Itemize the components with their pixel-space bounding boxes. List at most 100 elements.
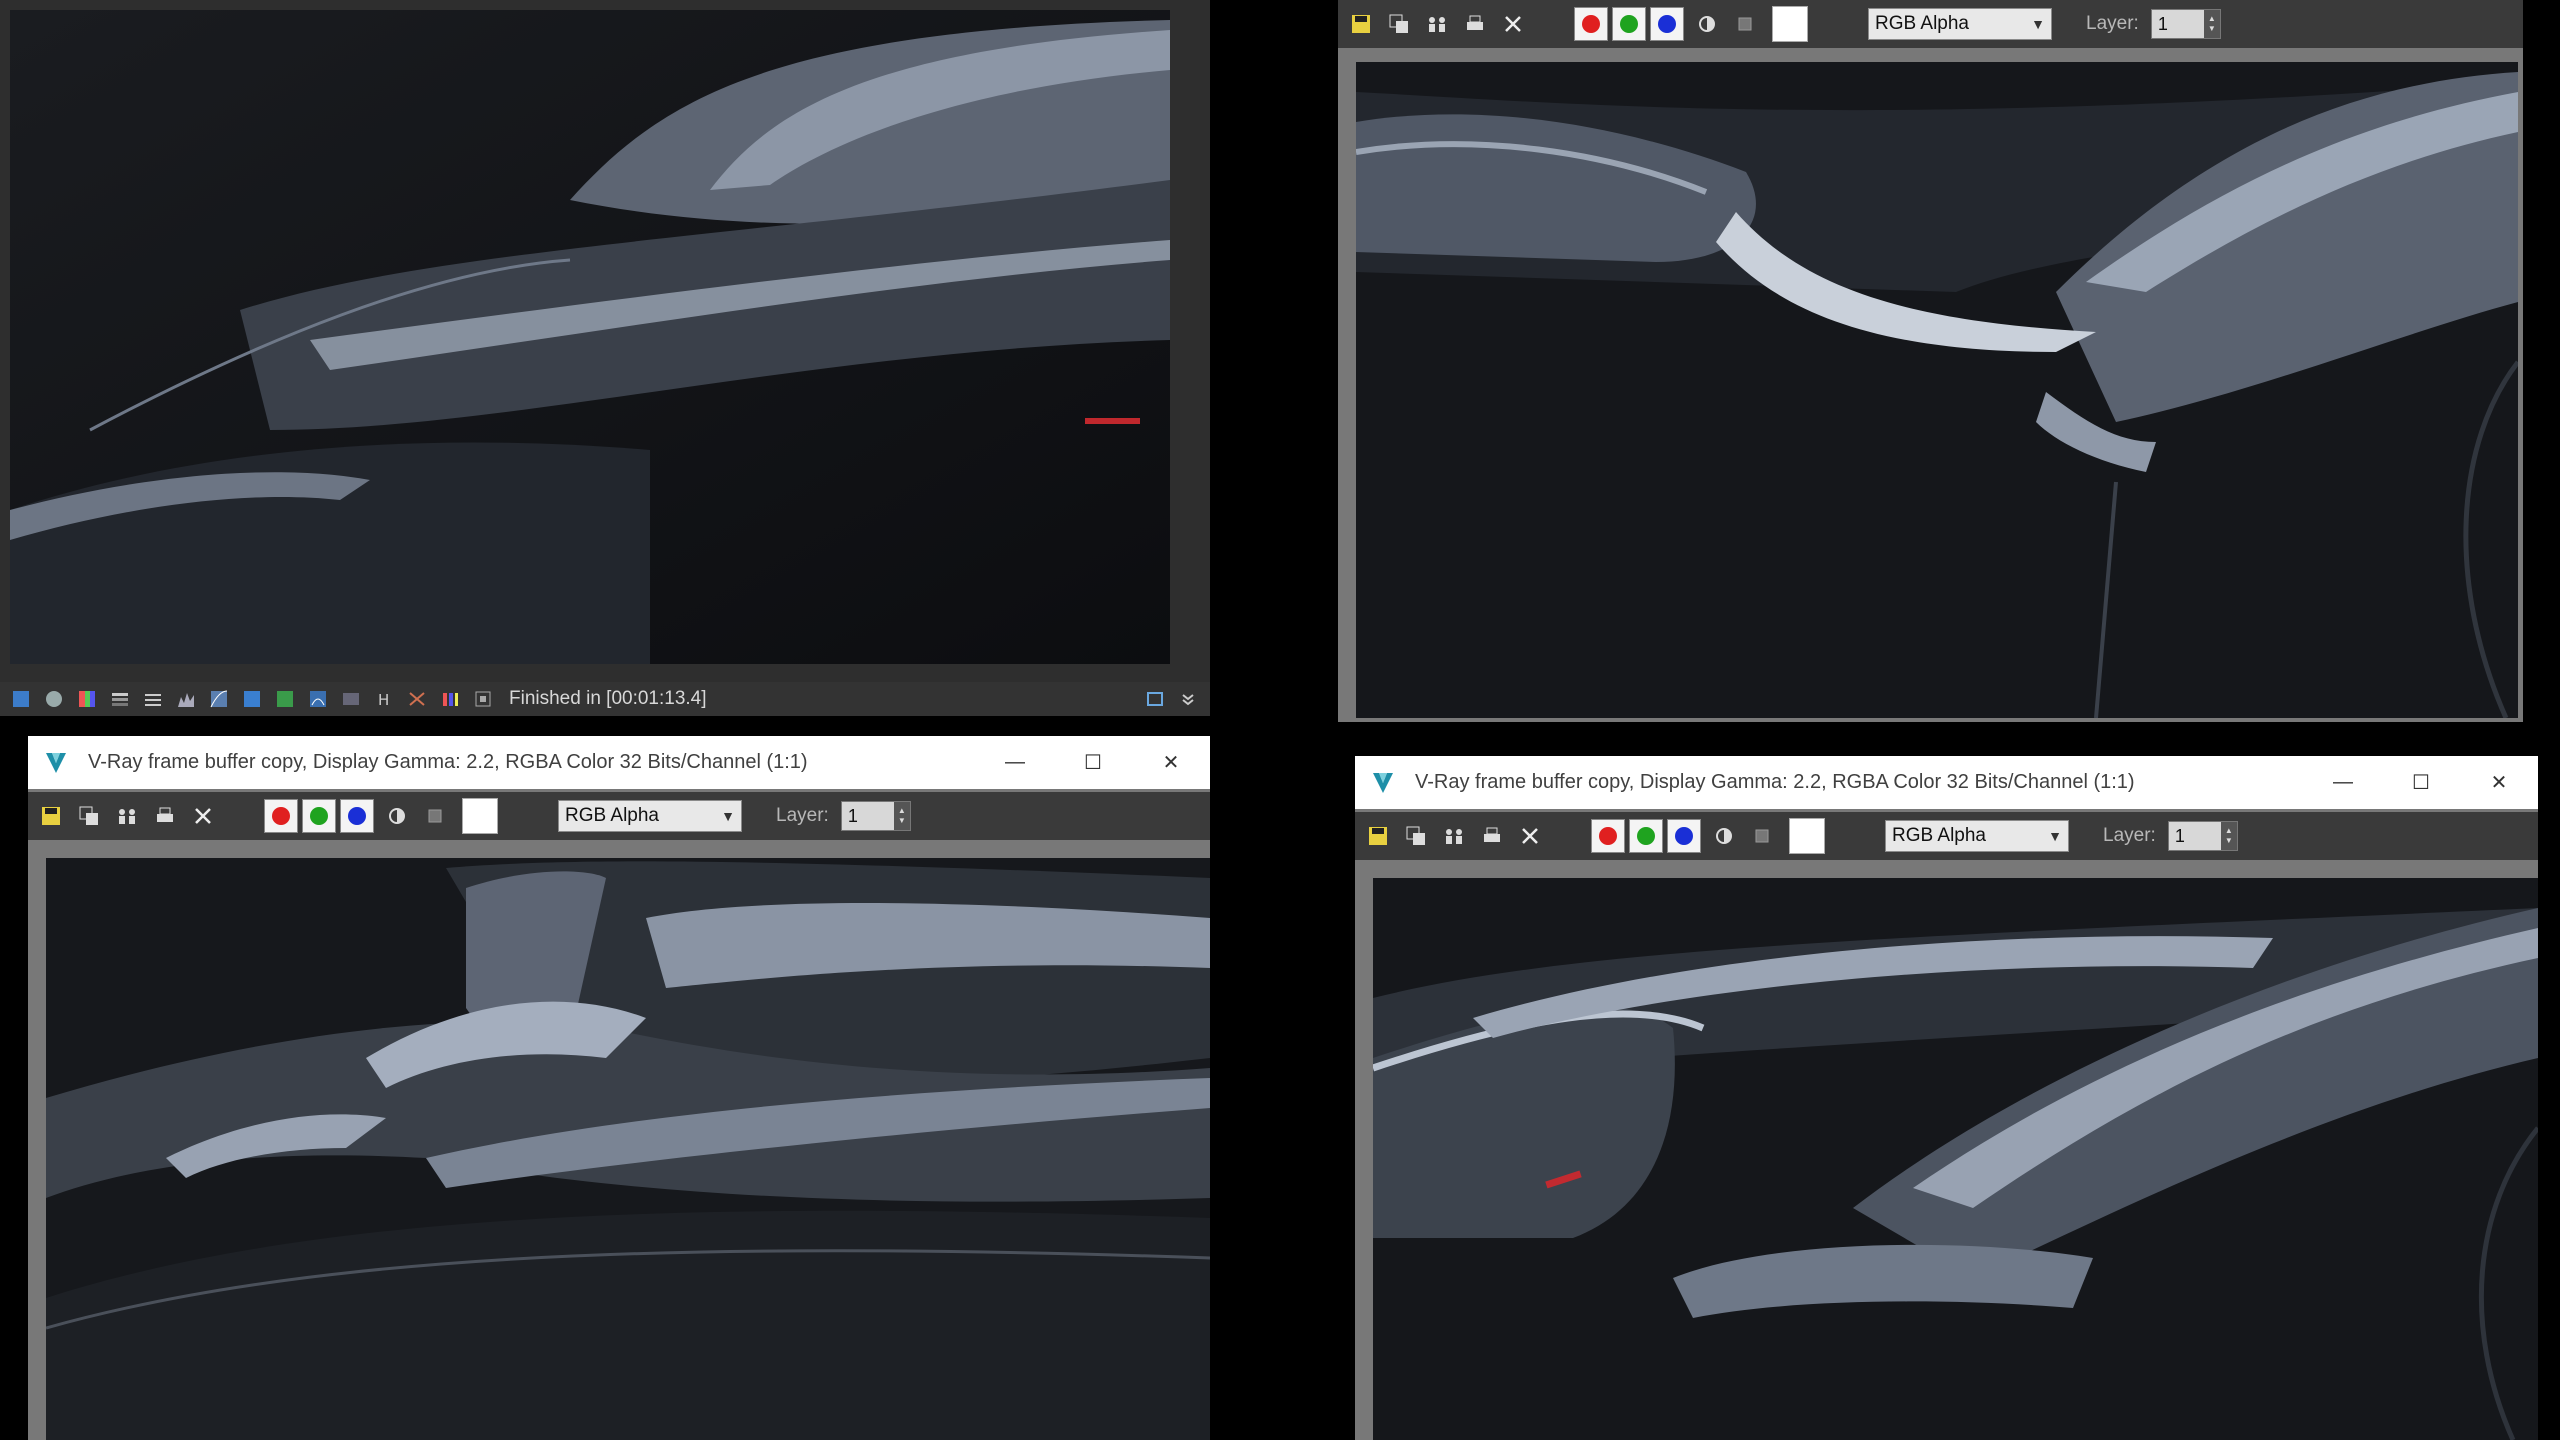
info-icon[interactable] — [42, 687, 66, 711]
hsv-icon[interactable]: H — [372, 687, 396, 711]
print-icon[interactable] — [1477, 821, 1507, 851]
vfb-toolbar: RGB Alpha ▼ Layer: 1 ▲ ▼ — [1338, 0, 2523, 48]
layer-value: 1 — [2168, 822, 2221, 850]
restore-icon[interactable] — [1143, 687, 1167, 711]
window-title: V-Ray frame buffer copy, Display Gamma: … — [1415, 771, 2135, 793]
render-image-car-1 — [10, 10, 1170, 664]
window-titlebar: V-Ray frame buffer copy, Display Gamma: … — [1355, 756, 2538, 809]
red-channel-icon[interactable] — [1574, 7, 1608, 41]
chevron-down-icon: ▼ — [2048, 828, 2062, 844]
alpha-icon[interactable] — [420, 801, 450, 831]
close-button[interactable]: ✕ — [1132, 736, 1210, 789]
minimize-button[interactable]: — — [976, 736, 1054, 789]
green-channel-icon[interactable] — [1629, 819, 1663, 853]
red-channel-icon[interactable] — [264, 799, 298, 833]
blue-channel-icon[interactable] — [1650, 7, 1684, 41]
maximize-button[interactable]: ☐ — [2382, 756, 2460, 809]
white-swatch[interactable] — [462, 798, 498, 834]
window-titlebar: V-Ray frame buffer copy, Display Gamma: … — [28, 736, 1210, 789]
alpha-icon[interactable] — [1747, 821, 1777, 851]
region-render-icon[interactable] — [9, 687, 33, 711]
layer-label: Layer: — [2086, 13, 2139, 34]
vray-logo-icon — [1373, 772, 1393, 793]
clear-icon[interactable] — [1498, 9, 1528, 39]
stereo-icon[interactable] — [438, 687, 462, 711]
blue-channel-icon[interactable] — [340, 799, 374, 833]
vfb-window-top-right: RGB Alpha ▼ Layer: 1 ▲ ▼ — [1338, 0, 2523, 722]
render-view-bottom-left — [46, 858, 1210, 1440]
vfb-window-bottom-right: V-Ray frame buffer copy, Display Gamma: … — [1355, 756, 2538, 1440]
channel-select[interactable]: RGB Alpha ▼ — [558, 800, 742, 832]
save-icon[interactable] — [36, 801, 66, 831]
green-channel-icon[interactable] — [302, 799, 336, 833]
svg-text:H: H — [378, 691, 389, 709]
render-image-car-3 — [46, 858, 1210, 1440]
vray-logo-icon — [46, 752, 66, 773]
vfb-toolbar: RGB Alpha ▼ Layer: 1 ▲ ▼ — [28, 792, 1210, 840]
channel-select[interactable]: RGB Alpha ▼ — [1885, 820, 2069, 852]
status-message: Finished in [00:01:13.4] — [509, 688, 707, 709]
maximize-button[interactable]: ☐ — [1054, 736, 1132, 789]
layer-value: 1 — [841, 802, 894, 830]
clear-icon[interactable] — [1515, 821, 1545, 851]
background-icon[interactable] — [240, 687, 264, 711]
layer-value: 1 — [2151, 10, 2204, 38]
close-button[interactable]: ✕ — [2460, 756, 2538, 809]
red-channel-icon[interactable] — [1591, 819, 1625, 853]
status-bar: H Finished in [00:01:13.4] — [0, 682, 1210, 716]
layer-label: Layer: — [776, 805, 829, 826]
white-swatch[interactable] — [1789, 818, 1825, 854]
hue-icon[interactable] — [339, 687, 363, 711]
layer-spinner[interactable]: 1 ▲ ▼ — [2150, 9, 2221, 39]
layer-spinner[interactable]: 1 ▲ ▼ — [840, 801, 911, 831]
render-view-bottom-right — [1373, 878, 2538, 1440]
exposure-icon[interactable] — [273, 687, 297, 711]
copy-icon[interactable] — [1384, 9, 1414, 39]
render-image-car-2 — [1356, 62, 2518, 718]
save-icon[interactable] — [1363, 821, 1393, 851]
histogram-icon[interactable] — [174, 687, 198, 711]
spinner-arrows-icon[interactable]: ▲ ▼ — [2203, 10, 2220, 38]
mono-icon[interactable] — [1692, 9, 1722, 39]
layer-spinner[interactable]: 1 ▲ ▼ — [2167, 821, 2238, 851]
pixel-aspect-icon[interactable] — [471, 687, 495, 711]
white-swatch[interactable] — [1772, 6, 1808, 42]
chevron-down-icon: ▼ — [2031, 16, 2045, 32]
copy-icon[interactable] — [1401, 821, 1431, 851]
lens-effects-icon[interactable] — [405, 687, 429, 711]
clone-icon[interactable] — [1422, 9, 1452, 39]
save-icon[interactable] — [1346, 9, 1376, 39]
clone-icon[interactable] — [112, 801, 142, 831]
vfb-window-top-left: H Finished in [00:01:13.4] — [0, 0, 1210, 716]
alpha-icon[interactable] — [1730, 9, 1760, 39]
channel-select-value: RGB Alpha — [565, 805, 659, 826]
layer-label: Layer: — [2103, 825, 2156, 846]
render-image-car-4 — [1373, 878, 2538, 1440]
levels-icon[interactable] — [141, 687, 165, 711]
spinner-arrows-icon[interactable]: ▲ ▼ — [893, 802, 910, 830]
clear-icon[interactable] — [188, 801, 218, 831]
print-icon[interactable] — [1460, 9, 1490, 39]
window-title: V-Ray frame buffer copy, Display Gamma: … — [88, 751, 808, 773]
lut-icon[interactable] — [108, 687, 132, 711]
white-balance-icon[interactable] — [306, 687, 330, 711]
channel-select-value: RGB Alpha — [1892, 825, 1986, 846]
blue-channel-icon[interactable] — [1667, 819, 1701, 853]
channel-select-value: RGB Alpha — [1875, 13, 1969, 34]
minimize-button[interactable]: — — [2304, 756, 2382, 809]
curves-icon[interactable] — [207, 687, 231, 711]
mono-icon[interactable] — [382, 801, 412, 831]
channel-select[interactable]: RGB Alpha ▼ — [1868, 8, 2052, 40]
render-view-top-right — [1356, 62, 2518, 718]
vfb-toolbar: RGB Alpha ▼ Layer: 1 ▲ ▼ — [1355, 812, 2538, 860]
print-icon[interactable] — [150, 801, 180, 831]
spinner-arrows-icon[interactable]: ▲ ▼ — [2220, 822, 2237, 850]
render-view-top-left — [10, 10, 1170, 664]
color-corrections-icon[interactable] — [75, 687, 99, 711]
expand-icon[interactable] — [1176, 687, 1200, 711]
vfb-window-bottom-left: V-Ray frame buffer copy, Display Gamma: … — [28, 736, 1210, 1440]
clone-icon[interactable] — [1439, 821, 1469, 851]
green-channel-icon[interactable] — [1612, 7, 1646, 41]
mono-icon[interactable] — [1709, 821, 1739, 851]
copy-icon[interactable] — [74, 801, 104, 831]
